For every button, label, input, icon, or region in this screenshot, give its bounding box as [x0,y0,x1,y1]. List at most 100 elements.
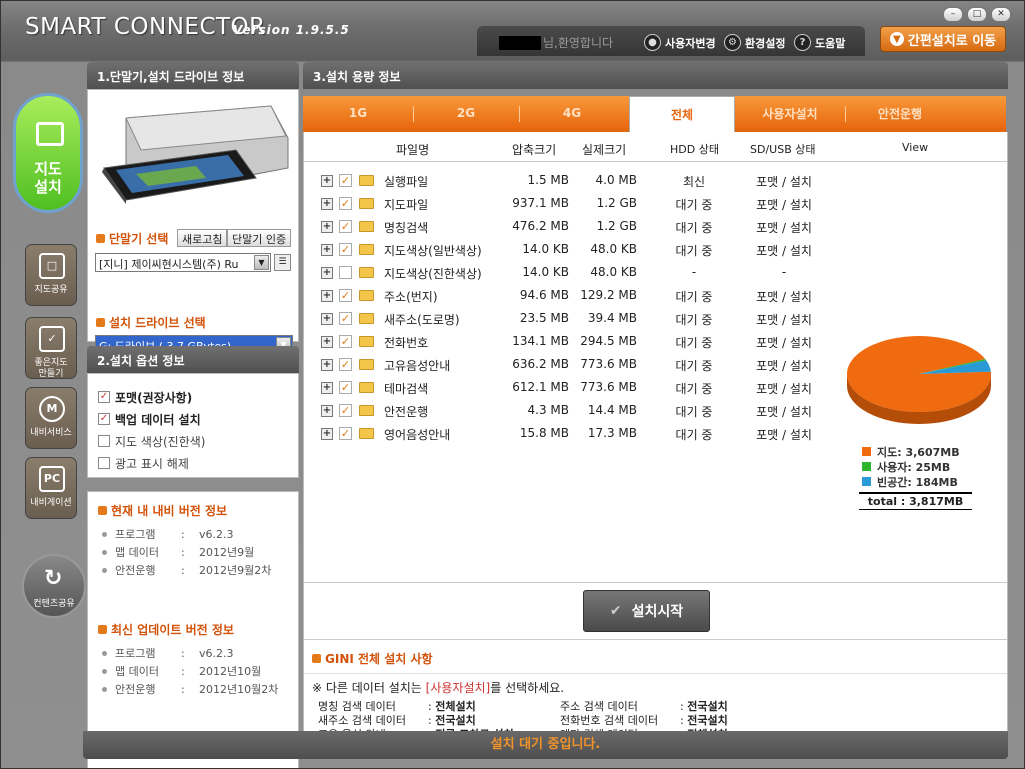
panel2-body: ✓ 포맷(권장사항) ✓ 백업 데이터 설치 지도 색상(진한색) 광고 표시 해제 [87,373,299,478]
gear-icon: ⚙ [724,34,741,51]
start-install-button[interactable]: ✔ 설치시작 [583,590,710,632]
user-change-button[interactable]: ● 사용자변경 [644,34,716,51]
notice-text: 를 선택하세요. [490,681,565,695]
checkbox[interactable]: ✓ [98,413,110,425]
row-checkbox[interactable]: ✓ [339,174,352,187]
sidebar-item-map-share[interactable]: □ 지도공유 [25,244,77,306]
sidebar-contents-share[interactable]: ↻ 컨텐츠공유 [22,554,86,618]
table-row[interactable]: + 지도색상(진한색상) 14.0 KB 48.0 KB - - [314,262,824,285]
memo-icon[interactable]: ☰ [274,254,291,271]
minimize-button[interactable]: – [943,7,963,22]
help-button[interactable]: ? 도움말 [794,34,845,51]
sd-status: 포맷 / 설치 [756,290,812,304]
row-checkbox[interactable]: ✓ [339,404,352,417]
user-icon: ● [644,34,661,51]
quick-install-button[interactable]: ▼ 간편설치로 이동 [880,26,1006,52]
actual-size: 48.0 KB [590,265,637,279]
sidebar-item-navigation[interactable]: PC 내비게이션 [25,457,77,519]
option-format[interactable]: ✓ 포맷(권장사항) [98,386,298,408]
maximize-button[interactable]: □ [967,7,987,22]
hdd-status: 대기 중 [675,221,713,235]
checkbox[interactable] [98,435,110,447]
table-row[interactable]: + ✓ 고유음성안내 636.2 MB 773.6 MB 대기 중 포맷 / 설치 [314,354,824,377]
option-backup[interactable]: ✓ 백업 데이터 설치 [98,408,298,430]
expand-icon[interactable]: + [321,244,333,256]
actual-size: 1.2 GB [596,196,637,210]
version-key: 맵 데이터 [115,546,159,559]
check-icon: ✔ [609,603,622,619]
row-checkbox[interactable]: ✓ [339,243,352,256]
row-checkbox[interactable]: ✓ [339,358,352,371]
expand-icon[interactable]: + [321,359,333,371]
file-name: 주소(번지) [384,290,438,304]
option-ad-off[interactable]: 광고 표시 해제 [98,452,298,474]
table-row[interactable]: + ✓ 주소(번지) 94.6 MB 129.2 MB 대기 중 포맷 / 설치 [314,285,824,308]
legend-label: 사용자: 25MB [877,460,951,474]
checkbox[interactable] [98,457,110,469]
sidebar: 지도 설치 □ 지도공유 ✓ 좋은지도 만들기 M 내비서비스 PC 내비게이션… [9,91,86,631]
legend-map: 지도: 3,607MB [862,444,960,459]
table-row[interactable]: + ✓ 명칭검색 476.2 MB 1.2 GB 대기 중 포맷 / 설치 [314,216,824,239]
file-name: 실행파일 [384,175,429,189]
terminal-drive-panel: 1.단말기,설치 드라이브 정보 단말기 선택 새로고침 단말기 인증 [지니]… [87,62,299,354]
map-share-icon: □ [39,253,65,279]
tab-1g[interactable]: 1G [303,96,413,130]
expand-icon[interactable]: + [321,336,333,348]
latest-version-title: 최신 업데이트 버전 정보 [98,621,288,638]
table-row[interactable]: + ✓ 실행파일 1.5 MB 4.0 MB 최신 포맷 / 설치 [314,170,824,193]
table-row[interactable]: + ✓ 지도파일 937.1 MB 1.2 GB 대기 중 포맷 / 설치 [314,193,824,216]
close-button[interactable]: ✕ [991,7,1011,22]
expand-icon[interactable]: + [321,198,333,210]
terminal-auth-button[interactable]: 단말기 인증 [227,229,292,247]
expand-icon[interactable]: + [321,267,333,279]
expand-icon[interactable]: + [321,221,333,233]
table-row[interactable]: + ✓ 전화번호 134.1 MB 294.5 MB 대기 중 포맷 / 설치 [314,331,824,354]
version-row: 프로그램: v6.2.3 [98,644,288,662]
row-checkbox[interactable] [339,266,352,279]
option-dark-map[interactable]: 지도 색상(진한색) [98,430,298,452]
version-row: 안전운행:2012년9월2차 [98,561,288,579]
sidebar-item-navi-service[interactable]: M 내비서비스 [25,387,77,449]
latest-version-title-text: 최신 업데이트 버전 정보 [111,623,234,637]
table-row[interactable]: + ✓ 테마검색 612.1 MB 773.6 MB 대기 중 포맷 / 설치 [314,377,824,400]
expand-icon[interactable]: + [321,428,333,440]
row-checkbox[interactable]: ✓ [339,220,352,233]
table-row[interactable]: + ✓ 새주소(도로명) 23.5 MB 39.4 MB 대기 중 포맷 / 설치 [314,308,824,331]
table-row[interactable]: + ✓ 안전운행 4.3 MB 14.4 MB 대기 중 포맷 / 설치 [314,400,824,423]
notice-title: GINI 전체 설치 사항 [312,650,433,667]
navigation-device-image [102,105,289,204]
row-checkbox[interactable]: ✓ [339,312,352,325]
sidebar-contents-label: 컨텐츠공유 [33,599,75,609]
terminal-select[interactable]: [지니] 제이씨현시스템(주) Ru ▼ [95,253,271,272]
table-row[interactable]: + ✓ 영어음성안내 15.8 MB 17.3 MB 대기 중 포맷 / 설치 [314,423,824,446]
expand-icon[interactable]: + [321,382,333,394]
tab-all[interactable]: 전체 [629,96,735,132]
legend-label: 지도: 3,607MB [877,445,960,459]
compressed-size: 1.5 MB [527,173,569,187]
row-checkbox[interactable]: ✓ [339,381,352,394]
col-sd: SD/USB 상태 [750,143,816,156]
expand-icon[interactable]: + [321,290,333,302]
checkbox[interactable]: ✓ [98,391,110,403]
tab-4g[interactable]: 4G [519,96,625,130]
tab-2g[interactable]: 2G [413,96,519,130]
refresh-button[interactable]: 새로고침 [177,229,228,247]
file-name: 테마검색 [384,382,429,396]
table-header: 파일명 압축크기 실제크기 HDD 상태 SD/USB 상태 View [304,132,1007,162]
sidebar-map-install[interactable]: 지도 설치 [13,93,83,213]
tab-safe-driving[interactable]: 안전운행 [845,96,955,130]
row-checkbox[interactable]: ✓ [339,427,352,440]
expand-icon[interactable]: + [321,175,333,187]
option-label: 지도 색상(진한색) [115,434,206,449]
row-checkbox[interactable]: ✓ [339,289,352,302]
row-checkbox[interactable]: ✓ [339,335,352,348]
expand-icon[interactable]: + [321,313,333,325]
chevron-down-icon[interactable]: ▼ [254,255,269,270]
tab-user-install[interactable]: 사용자설치 [735,96,845,130]
sidebar-item-good-map[interactable]: ✓ 좋은지도 만들기 [25,317,77,379]
env-settings-button[interactable]: ⚙ 환경설정 [724,34,785,51]
table-row[interactable]: + ✓ 지도색상(일반색상) 14.0 KB 48.0 KB 대기 중 포맷 / 설치 [314,239,824,262]
row-checkbox[interactable]: ✓ [339,197,352,210]
col-hdd: HDD 상태 [670,143,719,156]
expand-icon[interactable]: + [321,405,333,417]
